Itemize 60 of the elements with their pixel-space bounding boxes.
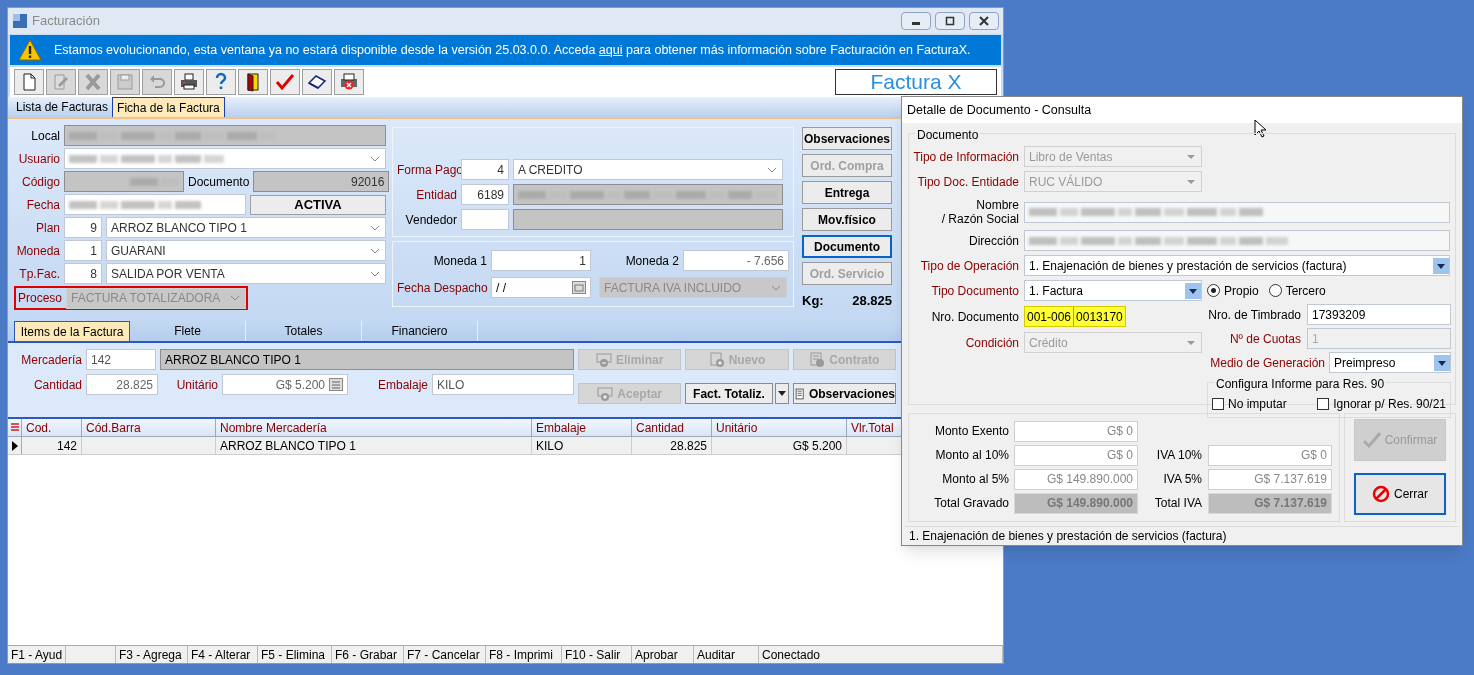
field-label: Unitário (175, 376, 218, 394)
window-title: Facturación (32, 12, 100, 31)
status-panel: F1 - Ayud (8, 646, 66, 663)
table-cell: G$ 5.200 (712, 437, 847, 454)
weight-value: 28.825 (852, 292, 892, 310)
document-number-text: 0013170 (1073, 307, 1125, 326)
table-cell: ARROZ BLANCO TIPO 1 (216, 437, 532, 454)
field-label: Código (20, 173, 60, 191)
document-number-text: 001-006 (1026, 308, 1073, 326)
field-label: Tipo de Información (913, 148, 1019, 166)
field-label: Nro. Documento (930, 308, 1019, 326)
status-panel: Conectado (759, 646, 1003, 663)
status-indicator: ACTIVA (250, 194, 386, 215)
field-label: Condición (964, 334, 1019, 352)
table-cell: 28.825 (632, 437, 712, 454)
field-label: Local (30, 127, 60, 145)
status-panel: F3 - Agrega (116, 646, 188, 663)
field-label: Entidad (415, 186, 457, 204)
field-label: Moneda 1 (432, 252, 487, 270)
table-cell: KILO (532, 437, 632, 454)
weight-label: Kg: (802, 292, 824, 310)
notice-text: Estamos evolucionando, esta ventana ya no estará disponible desde la versión 25.03.0.0. Acceda aqui para obtener más información sobre Facturación en FacturaX. (54, 41, 971, 59)
status-panel: F4 - Alterar (188, 646, 258, 663)
product-logo: Factura X (835, 69, 997, 95)
status-panel: Auditar (694, 646, 759, 663)
field-label: Cantidad (32, 376, 82, 394)
table-cell: 142 (22, 437, 82, 454)
field-label: Moneda 2 (624, 252, 679, 270)
field-label: Tp.Fac. (18, 265, 60, 283)
status-panel: F6 - Grabar (332, 646, 404, 663)
field-label: Tipo Documento (930, 282, 1019, 300)
status-panel: F7 - Cancelar (404, 646, 486, 663)
field-label: Dirección (968, 232, 1019, 250)
field-label: Medio de Generación (1209, 354, 1325, 372)
status-panel: F5 - Elimina (258, 646, 332, 663)
status-panel: Aprobar (632, 646, 694, 663)
amount-label: IVA 5% (1162, 471, 1202, 489)
field-label: Moneda (15, 242, 60, 260)
field-label: Nombre / Razón Social (940, 198, 1019, 226)
field-label: Tipo Doc. Entidade (916, 173, 1019, 191)
amount-label: Total Gravado (933, 495, 1009, 513)
status-panel: F8 - Imprimi (486, 646, 562, 663)
field-label: Tipo de Operación (919, 257, 1019, 275)
status-text: 1. Enajenación de bienes y prestación de servicios (factura) (909, 527, 1227, 545)
field-label: Usuario (17, 150, 60, 168)
field-label: Fecha Despacho (397, 279, 487, 297)
status-panel: F10 - Salir (562, 646, 632, 663)
field-label: Vendedor (404, 211, 457, 229)
field-label: Nº de Cuotas (1228, 330, 1301, 348)
field-label: Nro. de Timbrado (1207, 306, 1301, 324)
field-label: Fecha (25, 196, 60, 214)
field-label: Mercadería (20, 351, 82, 369)
amount-label: Total IVA (1153, 495, 1202, 513)
field-label: Proceso (16, 290, 62, 307)
amount-label: IVA 10% (1155, 447, 1202, 465)
field-label: Embalaje (376, 376, 428, 394)
field-label: Documento (188, 173, 250, 191)
dialog-title: Detalle de Documento - Consulta (907, 101, 1092, 119)
amount-label: Monto al 5% (941, 471, 1009, 489)
field-label: Plan (34, 219, 60, 237)
